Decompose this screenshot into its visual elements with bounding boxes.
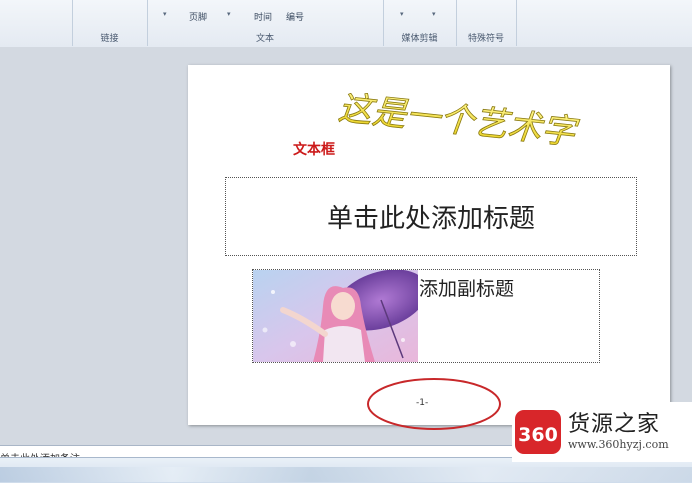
- wordart[interactable]: 这是一个艺术字: [336, 93, 606, 145]
- ribbon-group-text: ▾ 页脚 ▾ 时间 编号 文本: [147, 0, 384, 46]
- slide-canvas[interactable]: 这是一个艺术字 文本框 单击此处添加标题 添加副标题 -1-: [188, 65, 670, 430]
- dropdown-caret-icon[interactable]: ▾: [227, 10, 231, 18]
- group-label-text: 文本: [255, 34, 274, 44]
- header-footer-button[interactable]: 页脚: [189, 10, 207, 23]
- dropdown-caret-icon[interactable]: ▾: [432, 10, 436, 18]
- slide-page-number: -1-: [416, 398, 429, 408]
- ribbon-group-media: ▾ ▾ 媒体剪辑: [383, 0, 457, 46]
- dropdown-caret-icon[interactable]: ▾: [163, 10, 167, 18]
- ribbon-group-links: 链接: [72, 0, 148, 46]
- anime-girl-picture[interactable]: [253, 270, 418, 362]
- subtitle-placeholder[interactable]: 添加副标题: [252, 269, 600, 363]
- 360-logo-icon: 360: [515, 410, 561, 454]
- group-label-links: 链接: [100, 34, 119, 44]
- group-label-symbols: 特殊符号: [467, 34, 504, 44]
- ribbon: 链接 ▾ 页脚 ▾ 时间 编号 文本 ▾ ▾ 媒体剪辑 特殊符号: [0, 0, 692, 48]
- ribbon-group-symbols: 特殊符号: [456, 0, 517, 46]
- taskbar-background: [0, 467, 692, 482]
- textbox-label[interactable]: 文本框: [293, 139, 335, 159]
- wordart-text: 这是一个艺术字: [336, 93, 581, 145]
- red-circle-annotation: [367, 378, 501, 430]
- subtitle-placeholder-text: 添加副标题: [419, 278, 515, 300]
- watermark-url: www.360hyzj.com: [568, 438, 669, 451]
- ribbon-group-partial: [0, 0, 73, 46]
- number-button[interactable]: 编号: [286, 10, 304, 23]
- dropdown-caret-icon[interactable]: ▾: [400, 10, 404, 18]
- title-placeholder-text: 单击此处添加标题: [326, 204, 535, 234]
- 360-logo-text: 360: [518, 424, 558, 446]
- title-placeholder[interactable]: 单击此处添加标题: [225, 177, 637, 256]
- datetime-button[interactable]: 时间: [254, 10, 272, 23]
- watermark-name: 货源之家: [568, 412, 661, 437]
- group-label-media: 媒体剪辑: [401, 34, 438, 44]
- site-watermark: 360 货源之家 www.360hyzj.com: [512, 402, 692, 462]
